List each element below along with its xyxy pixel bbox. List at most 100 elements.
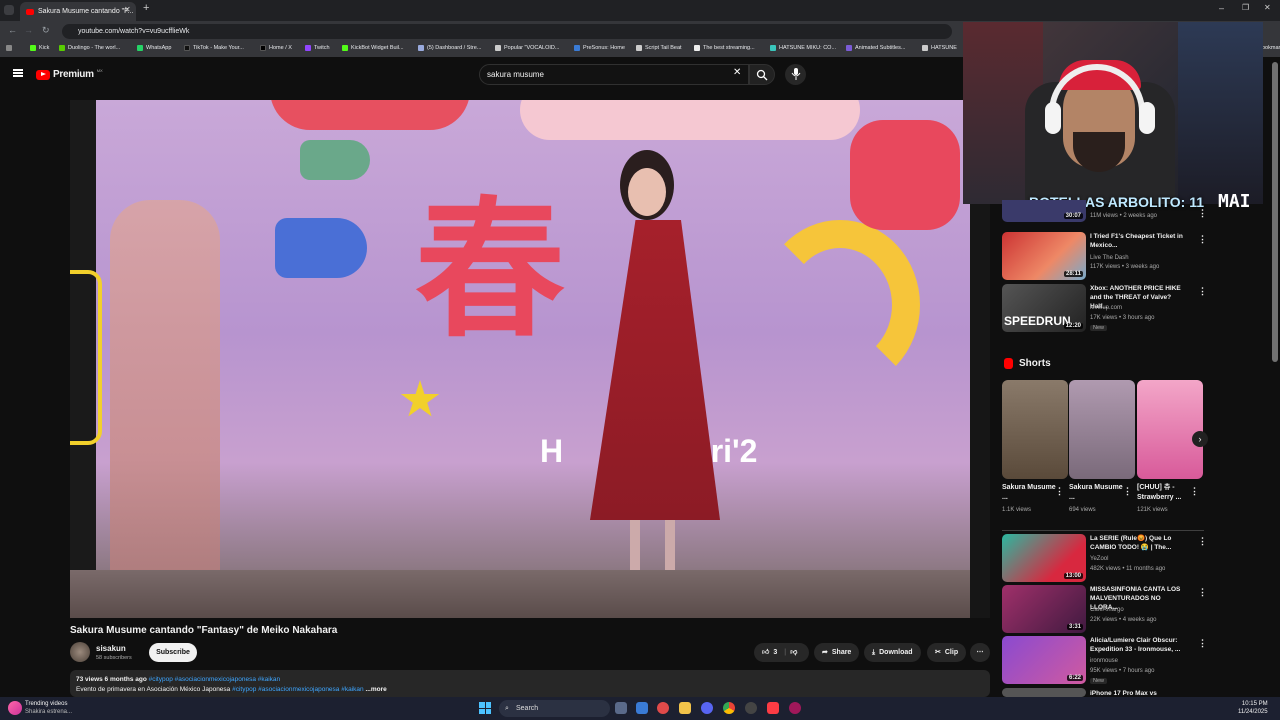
windows-start-icon[interactable] [479,702,491,714]
opera-icon[interactable] [789,702,801,714]
file-explorer-icon[interactable] [679,702,691,714]
discord-icon[interactable] [701,702,713,714]
bookmark-streaming[interactable]: The best streaming... [694,45,755,51]
close-window-button[interactable]: ✕ [1264,3,1271,12]
clear-search-icon[interactable]: ✕ [733,67,741,78]
search-input[interactable]: sakura musume [479,64,749,85]
browser-tab[interactable]: Sakura Musume cantando "F... [20,2,136,21]
forward-arrow-icon[interactable]: → [24,25,33,35]
recommended-video[interactable]: SPEEDRUN 12:20 Xbox: ANOTHER PRICE HIKE … [1002,284,1207,332]
music-app-icon[interactable] [767,702,779,714]
cloud-decoration [520,100,860,140]
recommended-video[interactable]: 28:11 I Tried F1's Cheapest Ticket in Me… [1002,232,1207,280]
more-vert-icon[interactable]: ⋮ [1198,286,1207,297]
all-bookmarks[interactable]: ookmarks [1262,45,1280,51]
bookmark-kick[interactable]: Kick [30,45,49,51]
back-arrow-icon[interactable]: ← [8,25,17,35]
bookmark-x[interactable]: Home / X [260,45,292,51]
bookmark-subtitles[interactable]: Animated Subtitles... [846,45,905,51]
video-player[interactable]: 春 H matsuri'2 [70,100,990,618]
channel-name: levelup.com [1090,305,1123,311]
voice-search-button[interactable] [785,64,806,85]
app-icon[interactable] [657,702,669,714]
youtube-logo[interactable]: Premium MX [36,68,103,80]
recommended-video[interactable]: 6:22 Alicia/Lumiere Clair Obscur: Expedi… [1002,636,1207,684]
share-button[interactable]: ➦ Share [814,643,860,662]
reload-icon[interactable]: ↻ [42,25,50,36]
system-clock[interactable]: 10:15 PM 11/24/2025 [1238,700,1268,716]
more-vert-icon[interactable]: ⋮ [1198,234,1207,245]
bookmark-presonus[interactable]: PreSonus: Home [574,45,625,51]
bookmark-duolingo[interactable]: Duolingo - The worl... [59,45,120,51]
recommended-video[interactable]: iPhone 17 Pro Max vs Samsung... [1002,688,1207,697]
thumbs-up-icon[interactable]: 👍︎ [762,643,769,662]
video-title: I Tried F1's Cheapest Ticket in Mexico..… [1090,233,1183,249]
shorts-header: Shorts [1004,358,1051,369]
taskbar-search[interactable]: ⌕ Search [499,700,610,717]
apps-grid-icon[interactable] [6,45,12,51]
subscriber-count: 58 subscribers [96,655,132,661]
page-scrollbar[interactable] [1272,62,1278,362]
bookmark-hatsune[interactable]: HATSUNE MIKU: CO... [770,45,836,51]
description-hashtags[interactable]: #citypop #asociacionmexicojaponesa #kaik… [232,686,364,693]
channel-name: ironmouse [1090,658,1119,664]
chrome-icon[interactable] [723,702,735,714]
subscribe-button[interactable]: Subscribe [149,643,197,662]
short-title[interactable]: [CHUU] 츄 - Strawberry ... [1137,483,1192,503]
more-vert-icon[interactable]: ⋮ [1198,536,1207,547]
task-view-icon[interactable] [615,702,627,714]
bookmark-vocaloid[interactable]: Popular "VOCALOID... [495,45,559,51]
widgets-icon[interactable] [636,702,648,714]
video-title: Sakura Musume cantando "Fantasy" de Meik… [70,625,338,636]
short-thumbnail[interactable] [1069,380,1135,479]
url-input[interactable]: youtube.com/watch?v=vu9ucfflieWk [62,24,952,39]
clip-button[interactable]: ✂ Clip [927,643,967,662]
description-box[interactable]: 73 views 6 months ago #citypop #asociaci… [70,670,990,697]
recommended-video[interactable]: 13:00 La SERIE (Rule😡) Que Lo CAMBIO TOD… [1002,534,1207,582]
bookmark-dashboard[interactable]: (5) Dashboard / Stre... [418,45,481,51]
more-vert-icon[interactable]: ⋮ [1198,638,1207,649]
description-tags[interactable]: #citypop #asociacionmexicojaponesa #kaik… [149,676,281,683]
video-title: Alicia/Lumiere Clair Obscur: Expedition … [1090,637,1181,653]
download-button[interactable]: ⤓ Download [864,643,921,662]
windows-taskbar: Trending videos Shakira estrena... ⌕ Sea… [0,697,1280,720]
more-vert-icon[interactable]: ⋮ [1198,587,1207,598]
more-vert-icon[interactable]: ⋮ [1190,486,1199,497]
more-actions-button[interactable]: ⋯ [970,643,990,662]
short-thumbnail[interactable] [1137,380,1203,479]
bookmark-script-tail[interactable]: Script Tail Beat [636,45,682,51]
settings-icon[interactable] [745,702,757,714]
bookmark-whatsapp[interactable]: WhatsApp [137,45,171,51]
bookmark-tiktok[interactable]: TikTok - Make Your... [184,45,244,51]
more-vert-icon[interactable]: ⋮ [1123,486,1132,497]
channel-name[interactable]: sisakun [96,644,126,653]
more-link[interactable]: ...more [365,686,386,693]
like-dislike-button[interactable]: 👍︎ 3 | 👎︎ [754,643,809,662]
bookmark-hatsune-2[interactable]: HATSUNE [922,45,957,51]
minimize-button[interactable]: – [1219,3,1224,13]
chevron-right-icon[interactable]: › [1192,431,1208,447]
thumbs-down-icon[interactable]: 👎︎ [790,643,797,662]
recommended-video[interactable]: 30:07 11M views • 2 weeks ago ⋮ [1002,200,1207,222]
menu-icon[interactable] [13,69,23,77]
video-title: La SERIE (Rule😡) Que Lo CAMBIO TODO! 😭 |… [1090,535,1172,551]
video-thumbnail: 28:11 [1002,232,1086,280]
bookmark-twitch[interactable]: Twitch [305,45,330,51]
channel-avatar[interactable] [70,642,90,662]
webcam-overlay [963,22,1263,204]
more-vert-icon[interactable]: ⋮ [1055,486,1064,497]
tab-search-button[interactable] [4,5,14,15]
recommended-video[interactable]: 3:31 MISSASINFONIA CANTA LOS MALVENTURAD… [1002,585,1207,633]
maximize-button[interactable]: ❐ [1242,3,1249,12]
search-button[interactable] [749,64,775,85]
short-title[interactable]: Sakura Musume ... [1069,483,1124,503]
bookmark-kickbot[interactable]: KickBot Widget Buil... [342,45,404,51]
banner-yellow-swirl [760,220,920,390]
trending-widget-icon[interactable] [8,701,22,715]
short-thumbnail[interactable] [1002,380,1068,479]
more-vert-icon[interactable]: ⋮ [1198,208,1207,219]
short-title[interactable]: Sakura Musume ... [1002,483,1057,503]
tab-close-icon[interactable]: ✕ [124,5,131,14]
new-tab-button[interactable]: + [143,2,149,14]
trending-widget[interactable]: Trending videos Shakira estrena... [25,700,72,716]
